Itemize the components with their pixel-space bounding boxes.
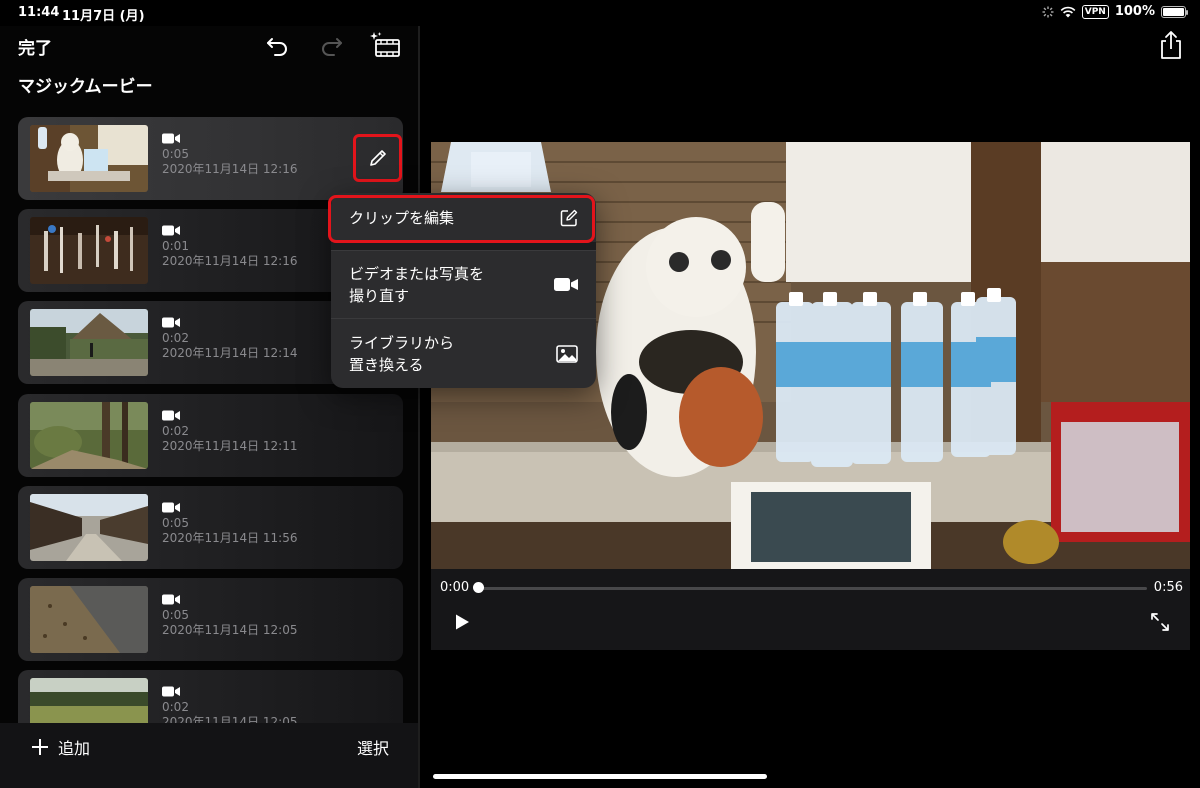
clip-duration: 0:05: [162, 608, 189, 622]
clip-thumbnail: [30, 125, 148, 192]
clip-item[interactable]: 0:02 2020年11月14日 12:11: [18, 394, 403, 477]
clip-duration: 0:01: [162, 239, 189, 253]
scrubber-knob[interactable]: [473, 582, 484, 593]
status-time: 11:44: [18, 5, 60, 20]
wifi-icon: [1060, 6, 1076, 17]
status-indicators: VPN 100%: [1042, 4, 1188, 19]
vpn-badge: VPN: [1081, 4, 1109, 19]
clip-date: 2020年11月14日 12:05: [162, 623, 298, 637]
magic-movie-style-icon[interactable]: [368, 30, 402, 60]
add-label: 追加: [58, 739, 91, 758]
menu-separator: [331, 242, 596, 250]
clip-date: 2020年11月14日 11:56: [162, 531, 298, 545]
video-camera-icon: [162, 502, 180, 513]
clip-duration: 0:05: [162, 147, 189, 161]
total-duration: 0:56: [1153, 580, 1183, 595]
undo-icon[interactable]: [263, 30, 293, 60]
activity-spinner-icon: [1042, 6, 1054, 17]
photo-icon: [556, 344, 578, 363]
project-title: マジックムービー: [18, 77, 153, 97]
play-icon[interactable]: [453, 613, 471, 631]
clip-duration: 0:02: [162, 331, 189, 345]
menu-item-edit-clip[interactable]: クリップを編集: [331, 193, 596, 242]
preview-panel: 0:00 0:56: [420, 26, 1200, 788]
fullscreen-icon[interactable]: [1150, 612, 1170, 632]
status-bar: 11:44 11月7日 (月) VPN 100%: [0, 0, 1200, 26]
video-camera-icon: [162, 686, 180, 697]
clip-panel: 完了 マジックムービー 0:05 2020年11月14日 12:16 0:01 …: [0, 26, 418, 788]
clip-duration: 0:02: [162, 424, 189, 438]
menu-label: クリップを編集: [349, 208, 455, 227]
menu-label: ビデオまたは写真を 撮り直す: [349, 264, 485, 305]
clip-item[interactable]: 0:05 2020年11月14日 12:05: [18, 578, 403, 661]
clip-thumbnail: [30, 402, 148, 469]
clip-date: 2020年11月14日 12:16: [162, 254, 298, 268]
current-time: 0:00: [440, 580, 470, 595]
clip-date: 2020年11月14日 12:14: [162, 346, 298, 360]
add-button[interactable]: 追加: [30, 735, 90, 759]
scrubber-track[interactable]: [478, 587, 1147, 590]
clip-date: 2020年11月14日 12:16: [162, 162, 298, 176]
clip-thumbnail: [30, 309, 148, 376]
clip-date: 2020年11月14日 12:11: [162, 439, 298, 453]
battery-percent: 100%: [1114, 4, 1155, 19]
edit-square-icon: [560, 209, 578, 226]
clip-duration: 0:02: [162, 700, 189, 714]
select-button[interactable]: 選択: [357, 735, 389, 759]
plus-icon: [32, 739, 48, 755]
video-camera-icon: [162, 410, 180, 421]
clip-thumbnail: [30, 586, 148, 653]
home-indicator[interactable]: [433, 774, 767, 779]
share-icon[interactable]: [1158, 30, 1184, 60]
edit-pencil-button[interactable]: [353, 134, 402, 182]
done-button[interactable]: 完了: [18, 34, 52, 59]
menu-label: ライブラリから 置き換える: [349, 333, 455, 374]
redo-icon[interactable]: [316, 30, 346, 60]
video-camera-icon: [162, 317, 180, 328]
clip-item[interactable]: 0:05 2020年11月14日 11:56: [18, 486, 403, 569]
player-controls: 0:00 0:56: [431, 569, 1190, 650]
video-camera-icon: [162, 225, 180, 236]
menu-item-replace-from-library[interactable]: ライブラリから 置き換える: [331, 318, 596, 388]
clip-thumbnail: [30, 217, 148, 284]
pencil-icon: [369, 150, 386, 166]
clip-thumbnail: [30, 494, 148, 561]
video-camera-icon: [554, 278, 578, 291]
clip-item[interactable]: 0:05 2020年11月14日 12:16: [18, 117, 403, 200]
clip-duration: 0:05: [162, 516, 189, 530]
status-date: 11月7日 (月): [62, 9, 145, 24]
bottom-toolbar: 追加 選択: [0, 723, 418, 788]
video-camera-icon: [162, 594, 180, 605]
battery-icon: [1161, 5, 1188, 18]
video-camera-icon: [162, 133, 180, 144]
menu-item-reshoot[interactable]: ビデオまたは写真を 撮り直す: [331, 250, 596, 318]
clip-context-menu: クリップを編集 ビデオまたは写真を 撮り直す ライブラリから 置き換える: [331, 193, 596, 388]
